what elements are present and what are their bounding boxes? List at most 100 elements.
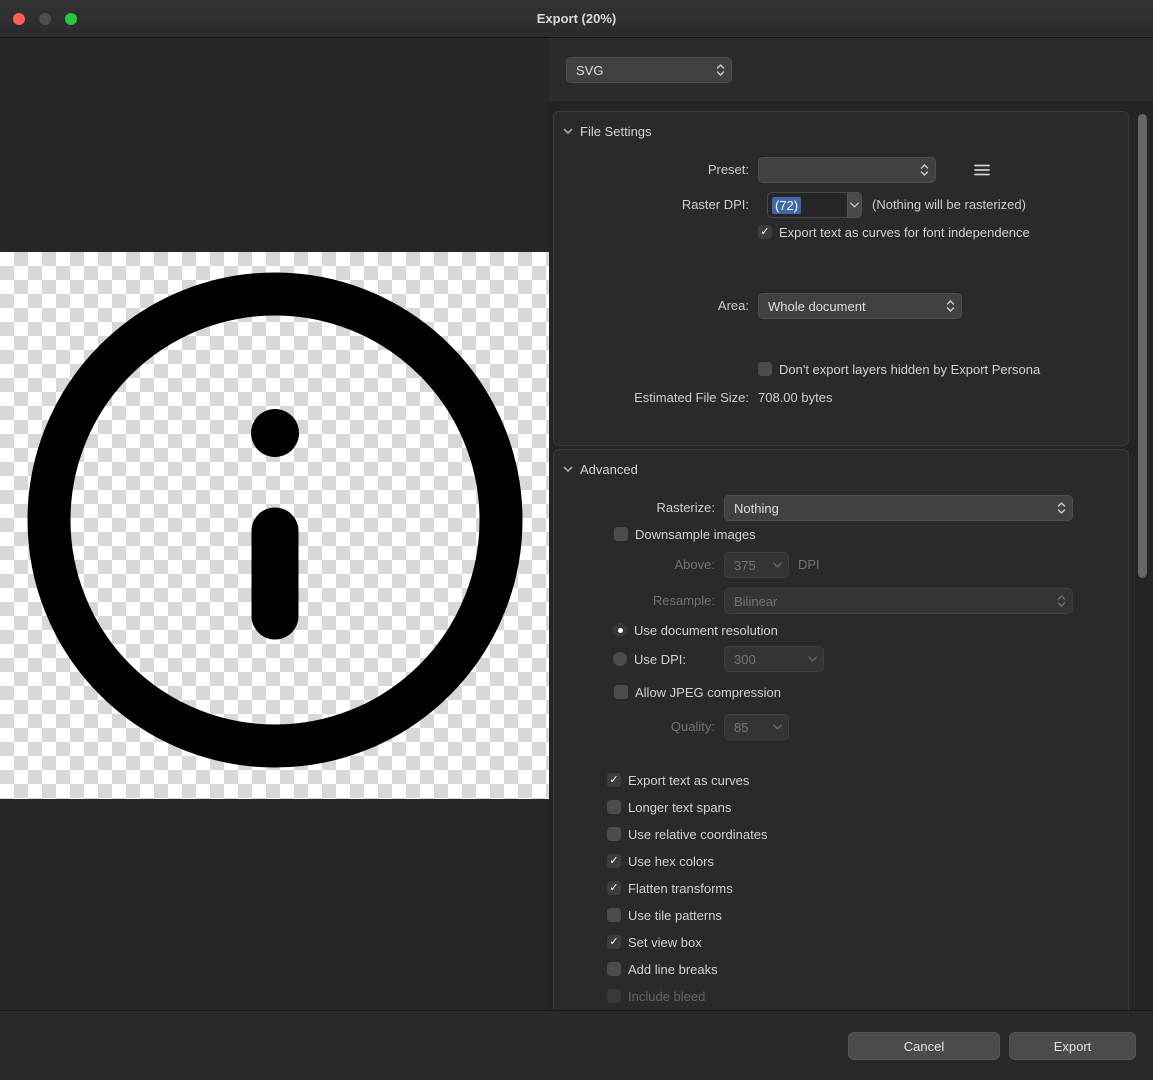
checkmark-icon: ✓ (609, 775, 618, 786)
checkbox-export-text-as-curves-font[interactable]: ✓ Export text as curves for font indepen… (758, 224, 1030, 240)
export-button[interactable]: Export (1009, 1032, 1136, 1060)
checkbox-set-view-box[interactable]: ✓ Set view box (607, 934, 702, 950)
checkbox-downsample-images[interactable]: ✓ Downsample images (614, 526, 756, 542)
section-title: Advanced (580, 462, 638, 477)
chevron-down-icon (850, 202, 859, 208)
rasterize-value: Nothing (734, 501, 1057, 516)
area-label: Area: (554, 293, 749, 319)
radio-use-dpi[interactable]: Use DPI: (613, 651, 686, 667)
checkbox-label: Longer text spans (628, 800, 731, 815)
dialog-footer: Cancel Export (0, 1010, 1153, 1080)
raster-dpi-combo[interactable]: (72) (767, 192, 862, 218)
checkbox: ✓ (607, 989, 621, 1003)
stepper-icon (1057, 501, 1066, 515)
checkbox[interactable]: ✓ (758, 362, 772, 376)
format-select[interactable]: SVG (566, 57, 732, 83)
use-dpi-select: 300 (724, 646, 824, 672)
disclosure-chevron-icon (563, 128, 573, 135)
info-icon (0, 252, 549, 799)
checkbox-label: Include bleed (628, 989, 705, 1004)
stepper-icon (1057, 594, 1066, 608)
checkbox-label: Export text as curves for font independe… (779, 225, 1030, 240)
checkbox-export-text-as-curves[interactable]: ✓ Export text as curves (607, 772, 749, 788)
above-dpi-value: 375 (734, 558, 773, 573)
checkbox[interactable]: ✓ (607, 800, 621, 814)
estimated-size-value: 708.00 bytes (758, 385, 832, 411)
cancel-button[interactable]: Cancel (848, 1032, 1000, 1060)
checkbox-allow-jpeg-compression[interactable]: ✓ Allow JPEG compression (614, 684, 781, 700)
checkmark-icon: ✓ (609, 856, 618, 867)
hamburger-icon (974, 164, 990, 176)
checkbox-use-hex-colors[interactable]: ✓ Use hex colors (607, 853, 714, 869)
checkbox-label: Flatten transforms (628, 881, 733, 896)
advanced-header[interactable]: Advanced (563, 462, 638, 477)
checkbox-longer-text-spans[interactable]: ✓ Longer text spans (607, 799, 731, 815)
title-bar: Export (20%) (0, 0, 1153, 38)
checkbox-label: Use tile patterns (628, 908, 722, 923)
radio-use-document-resolution[interactable]: Use document resolution (613, 622, 778, 638)
checkbox-label: Downsample images (635, 527, 756, 542)
window-title: Export (20%) (0, 0, 1153, 38)
radio-label: Use document resolution (634, 623, 778, 638)
dpi-suffix-label: DPI (798, 552, 820, 578)
file-settings-header[interactable]: File Settings (563, 124, 652, 139)
raster-dpi-field[interactable]: (72) (767, 192, 847, 218)
scrollbar-thumb[interactable] (1138, 114, 1147, 578)
transparency-checkerboard (0, 252, 549, 799)
preset-select[interactable] (758, 157, 936, 183)
export-preview-canvas (0, 38, 549, 1010)
section-title: File Settings (580, 124, 652, 139)
checkmark-icon: ✓ (609, 937, 618, 948)
format-toolbar: SVG (549, 38, 1153, 103)
checkbox-use-relative-coordinates[interactable]: ✓ Use relative coordinates (607, 826, 767, 842)
checkbox[interactable]: ✓ (607, 881, 621, 895)
stepper-icon (946, 299, 955, 313)
format-value: SVG (576, 63, 716, 78)
resample-value: Bilinear (734, 594, 1057, 609)
chevron-down-icon (808, 656, 817, 662)
quality-select: 85 (724, 714, 789, 740)
checkbox-include-bleed: ✓ Include bleed (607, 988, 705, 1004)
checkbox[interactable]: ✓ (607, 854, 621, 868)
checkbox-use-tile-patterns[interactable]: ✓ Use tile patterns (607, 907, 722, 923)
radio-button[interactable] (613, 652, 627, 666)
rasterize-label: Rasterize: (554, 495, 715, 521)
advanced-section: Advanced Rasterize: Nothing ✓ Downsample… (553, 449, 1129, 1010)
area-value: Whole document (768, 299, 946, 314)
checkbox[interactable]: ✓ (607, 935, 621, 949)
checkbox-label: Add line breaks (628, 962, 718, 977)
checkbox-flatten-transforms[interactable]: ✓ Flatten transforms (607, 880, 733, 896)
quality-value: 85 (734, 720, 773, 735)
checkmark-icon: ✓ (609, 883, 618, 894)
radio-label: Use DPI: (634, 652, 686, 667)
use-dpi-value: 300 (734, 652, 808, 667)
checkbox[interactable]: ✓ (614, 527, 628, 541)
disclosure-chevron-icon (563, 466, 573, 473)
checkbox-dont-export-hidden-layers[interactable]: ✓ Don't export layers hidden by Export P… (758, 361, 1040, 377)
raster-dpi-selected-text: (72) (772, 197, 801, 214)
radio-button[interactable] (613, 623, 627, 637)
checkbox-label: Use hex colors (628, 854, 714, 869)
preset-label: Preset: (554, 157, 749, 183)
above-dpi-select: 375 (724, 552, 789, 578)
checkbox[interactable]: ✓ (758, 225, 772, 239)
area-select[interactable]: Whole document (758, 293, 962, 319)
stepper-icon (716, 63, 725, 77)
checkbox-label: Export text as curves (628, 773, 749, 788)
checkbox-add-line-breaks[interactable]: ✓ Add line breaks (607, 961, 718, 977)
checkbox[interactable]: ✓ (614, 685, 628, 699)
checkbox[interactable]: ✓ (607, 908, 621, 922)
checkbox-label: Set view box (628, 935, 702, 950)
chevron-down-icon (773, 724, 782, 730)
above-label: Above: (554, 552, 715, 578)
checkbox[interactable]: ✓ (607, 773, 621, 787)
raster-dpi-dropdown-button[interactable] (847, 192, 862, 218)
checkbox[interactable]: ✓ (607, 827, 621, 841)
quality-label: Quality: (554, 714, 715, 740)
rasterize-select[interactable]: Nothing (724, 495, 1073, 521)
file-settings-section: File Settings Preset: Raster DPI: (72) (… (553, 111, 1129, 446)
checkbox-label: Allow JPEG compression (635, 685, 781, 700)
checkbox-label: Don't export layers hidden by Export Per… (779, 362, 1040, 377)
checkbox[interactable]: ✓ (607, 962, 621, 976)
preset-menu-button[interactable] (973, 163, 991, 177)
